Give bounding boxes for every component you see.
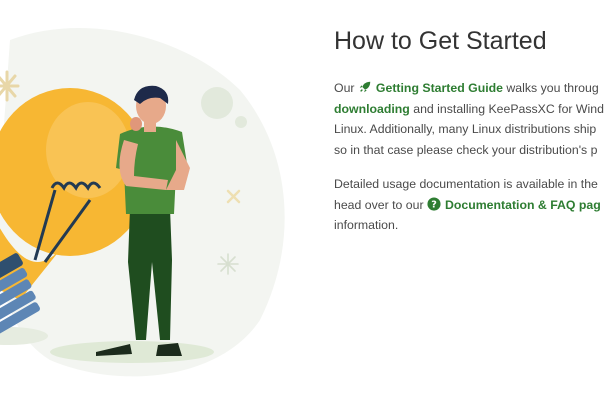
get-started-section: How to Get Started Our Getting Started G… xyxy=(0,0,615,410)
intro-text-4: Linux. Additionally, many Linux distribu… xyxy=(334,122,597,136)
downloading-link[interactable]: downloading xyxy=(334,102,410,116)
get-started-content: How to Get Started Our Getting Started G… xyxy=(334,24,615,250)
rocket-icon xyxy=(359,81,371,93)
question-circle-icon: ? xyxy=(427,196,441,211)
getting-started-guide-link[interactable]: Getting Started Guide xyxy=(358,81,507,95)
ground-shadow xyxy=(50,341,214,363)
getting-started-guide-link-label: Getting Started Guide xyxy=(375,81,503,95)
intro-text-1: Our xyxy=(334,81,355,95)
snowflake-decor-icon xyxy=(217,253,239,275)
intro-text-5: so in that case please check your distri… xyxy=(334,142,598,157)
intro-paragraph: Our Getting Started Guide walks you thro… xyxy=(334,78,615,160)
intro-text-2: walks you throug xyxy=(506,81,599,95)
docs-text-3: information. xyxy=(334,218,399,232)
docs-text-2: head over to our xyxy=(334,197,424,212)
documentation-faq-link-label: Documentation & FAQ pag xyxy=(444,197,601,212)
hero-illustration xyxy=(0,28,285,377)
page-title: How to Get Started xyxy=(334,27,547,55)
documentation-faq-link[interactable]: ? Documentation & FAQ pag xyxy=(427,196,601,212)
decor-circle-small xyxy=(235,116,247,128)
docs-text-1: Detailed usage documentation is availabl… xyxy=(334,177,598,191)
decor-circle-large xyxy=(201,87,233,119)
docs-paragraph: Detailed usage documentation is availabl… xyxy=(334,174,615,236)
svg-text:?: ? xyxy=(431,199,437,210)
intro-text-3: and installing KeePassXC for Wind xyxy=(413,101,604,116)
